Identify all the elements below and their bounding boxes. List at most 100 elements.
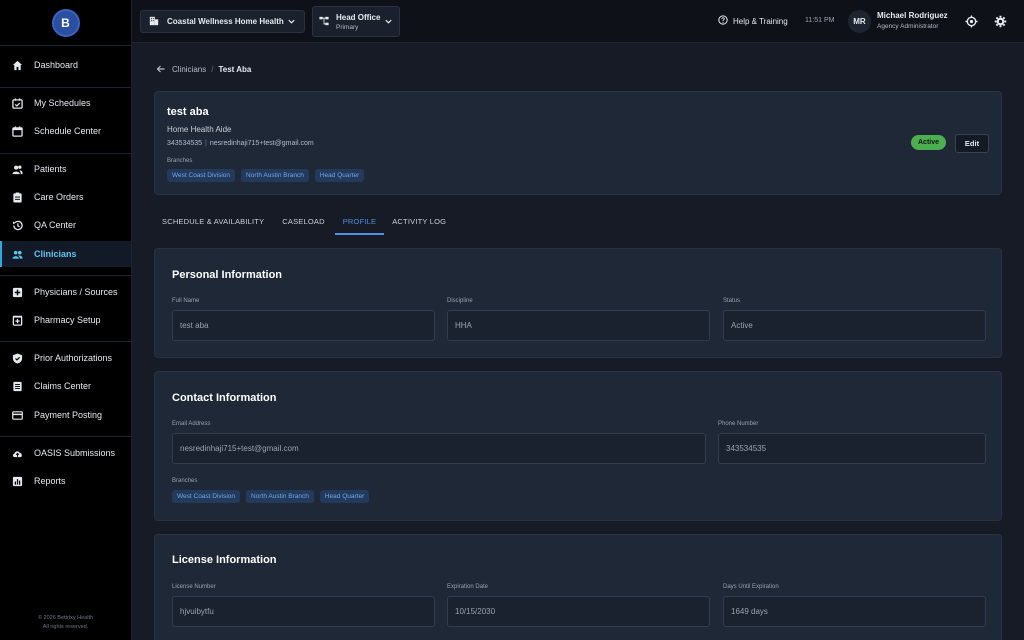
branch-chip: North Austin Branch (241, 169, 309, 182)
contact-divider: | (205, 140, 207, 147)
sidebar-item-label: Patients (34, 164, 67, 174)
calendar-icon (12, 125, 23, 137)
sidebar-item-claims-center[interactable]: Claims Center (0, 373, 131, 399)
status-badge: Active (911, 135, 947, 150)
sidebar-item-physicians-sources[interactable]: Physicians / Sources (0, 279, 131, 305)
clinician-role: Home Health Aide (167, 125, 232, 134)
sidebar-item-label: Physicians / Sources (34, 287, 118, 297)
sidebar-item-prior-authorizations[interactable]: Prior Authorizations (0, 345, 131, 371)
gear-icon[interactable] (994, 15, 1007, 28)
building-icon (149, 13, 159, 31)
sidebar-item-my-schedules[interactable]: My Schedules (0, 90, 131, 116)
section-title: License Information (172, 554, 277, 566)
branch-chip: Head Quarter (319, 490, 370, 503)
breadcrumb-clinicians-link[interactable]: Clinicians (172, 65, 206, 74)
arrow-left-icon[interactable] (156, 64, 166, 74)
status-field[interactable]: Active (723, 310, 986, 341)
sidebar-item-pharmacy-setup[interactable]: Pharmacy Setup (0, 307, 131, 333)
sidebar-item-clinicians[interactable]: Clinicians (0, 241, 131, 267)
sidebar: B Dashboard My Schedules Schedule Center… (0, 0, 132, 640)
section-title: Personal Information (172, 269, 283, 281)
sidebar-divider (0, 153, 131, 154)
sidebar-item-schedule-center[interactable]: Schedule Center (0, 118, 131, 144)
user-name: Michael Rodriguez (877, 11, 948, 20)
sidebar-item-reports[interactable]: Reports (0, 468, 131, 494)
sidebar-item-label: My Schedules (34, 98, 91, 108)
target-settings-icon[interactable] (965, 15, 978, 28)
status-label: Status (723, 298, 741, 304)
full-name-label: Full Name (172, 298, 200, 304)
phone-label: Phone Number (718, 421, 759, 427)
sidebar-footer: © 2026 Bettrixy Health All rights reserv… (0, 614, 131, 632)
breadcrumb: Clinicians / Test Aba (156, 64, 251, 74)
sidebar-item-patients[interactable]: Patients (0, 156, 131, 182)
chevron-down-icon (384, 13, 393, 31)
sidebar-divider (0, 341, 131, 342)
sidebar-item-dashboard[interactable]: Dashboard (0, 52, 131, 78)
cloud-upload-icon (12, 448, 23, 459)
branch-chip: West Coast Division (172, 490, 241, 503)
user-info[interactable]: Michael Rodriguez Agency Administrator (877, 11, 948, 30)
rights-text: All rights reserved. (42, 624, 89, 630)
expiration-date-label: Expiration Date (447, 584, 489, 590)
tab-profile[interactable]: PROFILE (334, 210, 385, 235)
profile-tabs: SCHEDULE & AVAILABILITY CASELOAD PROFILE… (154, 210, 454, 236)
tab-schedule-availability[interactable]: SCHEDULE & AVAILABILITY (154, 210, 272, 235)
agency-selector[interactable]: Coastal Wellness Home Health (140, 10, 305, 33)
sidebar-item-label: Schedule Center (34, 126, 102, 136)
discipline-field[interactable]: HHA (447, 310, 710, 341)
sidebar-item-label: Reports (34, 476, 66, 486)
sidebar-divider (0, 87, 131, 88)
home-icon (12, 60, 23, 71)
tab-caseload[interactable]: CASELOAD (274, 210, 332, 235)
sidebar-item-qa-center[interactable]: QA Center (0, 212, 131, 238)
chevron-down-icon (287, 13, 296, 31)
branch-chips: West Coast Division North Austin Branch … (167, 169, 365, 182)
office-text: Head Office Primary (336, 13, 384, 31)
sidebar-item-label: OASIS Submissions (34, 448, 116, 458)
license-number-field[interactable]: hjvuibytfu (172, 596, 435, 627)
user-role: Agency Administrator (877, 23, 939, 30)
branch-chip: Head Quarter (314, 169, 365, 182)
clinician-contact: 343534535 | nesredinhaji715+test@gmail.com (167, 140, 314, 147)
avatar[interactable]: MR (848, 10, 871, 33)
clinician-phone: 343534535 (167, 140, 203, 147)
full-name-field[interactable]: test aba (172, 310, 435, 341)
email-field[interactable]: nesredinhaji715+test@gmail.com (172, 433, 706, 464)
credit-card-icon (12, 410, 23, 421)
sidebar-item-label: Claims Center (34, 381, 92, 391)
pharmacy-icon (12, 315, 23, 326)
bar-chart-icon (12, 476, 23, 487)
shield-check-icon (12, 352, 23, 364)
office-subtitle: Primary (336, 23, 359, 31)
edit-button[interactable]: Edit (955, 134, 989, 153)
sidebar-item-oasis-submissions[interactable]: OASIS Submissions (0, 440, 131, 466)
branch-chip: North Austin Branch (246, 490, 314, 503)
document-list-icon (12, 381, 23, 392)
copyright-text: © 2026 Bettrixy Health (37, 615, 94, 621)
breadcrumb-current: Test Aba (218, 64, 252, 74)
sidebar-item-label: Payment Posting (34, 410, 103, 420)
branches-label: Branches (172, 478, 198, 484)
sidebar-item-care-orders[interactable]: Care Orders (0, 184, 131, 210)
office-title: Head Office (336, 12, 381, 22)
sidebar-divider (0, 275, 131, 276)
branch-chips: West Coast Division North Austin Branch … (172, 490, 370, 503)
breadcrumb-separator: / (211, 64, 214, 74)
app-logo[interactable]: B (51, 8, 80, 37)
sidebar-divider (0, 436, 131, 437)
org-tree-icon (319, 13, 329, 31)
help-training-link[interactable]: Help & Training (718, 15, 788, 27)
people-icon (12, 249, 23, 260)
phone-field[interactable]: 343534535 (718, 433, 986, 464)
days-until-expiration-field[interactable]: 1649 days (723, 596, 986, 627)
medical-plus-icon (12, 287, 23, 298)
days-until-expiration-label: Days Until Expiration (723, 584, 779, 590)
sidebar-item-payment-posting[interactable]: Payment Posting (0, 402, 131, 428)
tab-activity-log[interactable]: ACTIVITY LOG (384, 210, 454, 235)
email-label: Email Address (172, 421, 211, 427)
current-time: 11:51 PM (805, 17, 835, 24)
office-selector[interactable]: Head Office Primary (312, 6, 400, 37)
expiration-date-field[interactable]: 10/15/2030 (447, 596, 710, 627)
section-title: Contact Information (172, 392, 277, 404)
